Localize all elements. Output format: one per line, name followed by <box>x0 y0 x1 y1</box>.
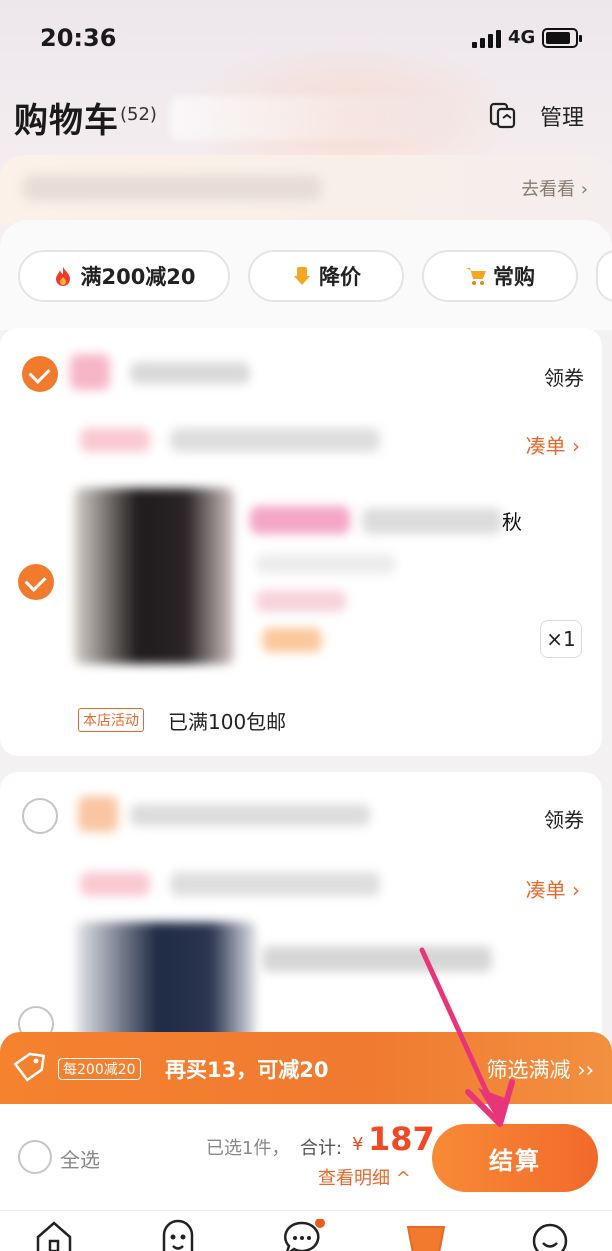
battery-icon <box>542 28 582 48</box>
chip-label: 满200减20 <box>80 265 196 289</box>
full-reduction-bar[interactable]: 每200减20 再买13，可减20 筛选满减 ›› <box>0 1032 612 1104</box>
checkout-bar: 全选 已选1件， 合计: ¥ 187 查看明细 ^ 结算 <box>0 1104 612 1210</box>
item-checkbox[interactable] <box>18 564 54 600</box>
chip-label: 降价 <box>319 265 361 289</box>
shipping-info: 已满100包邮 <box>168 710 287 734</box>
store-activity-tag: 本店活动 <box>78 708 144 732</box>
product-title <box>362 508 502 534</box>
cart-icon <box>465 265 487 287</box>
store-logo <box>78 796 118 832</box>
blurred-search <box>170 96 450 140</box>
promo-tag <box>80 428 150 452</box>
manage-button[interactable]: 管理 <box>540 100 584 132</box>
cart-icon[interactable] <box>406 1219 446 1251</box>
product-discount <box>256 590 346 612</box>
total-amount: 187 <box>368 1120 435 1158</box>
fire-icon <box>52 265 74 287</box>
network-type: 4G <box>508 27 536 48</box>
profile-icon[interactable] <box>530 1219 570 1251</box>
promo-text <box>170 428 380 452</box>
filter-chips: 满200减20 降价 常购 <box>0 220 612 330</box>
select-all-label[interactable]: 全选 <box>60 1144 100 1173</box>
store-name <box>130 804 370 826</box>
store-logo <box>70 354 110 390</box>
chip-discount[interactable]: 满200减20 <box>18 250 230 302</box>
tag-icon <box>12 1052 46 1082</box>
store-checkbox[interactable] <box>22 798 58 834</box>
view-details-link[interactable]: 查看明细 ^ <box>318 1164 411 1190</box>
filter-reduction-link[interactable]: 筛选满减 ›› <box>487 1054 594 1084</box>
store-name <box>130 362 250 384</box>
promo-tag <box>80 872 150 896</box>
promo-banner[interactable]: 去看看 › <box>0 155 612 225</box>
page-title: 购物车 <box>14 101 119 141</box>
product-sku <box>256 554 396 574</box>
coupon-link[interactable]: 领券 <box>544 804 584 833</box>
price-down-icon <box>291 265 313 287</box>
banner-go-link[interactable]: 去看看 › <box>521 175 588 201</box>
cart-count: (52) <box>120 104 157 125</box>
cart-store-card: 领券 凑单 › 秋 ×1 本店活动 已满100包邮 <box>0 328 602 756</box>
total-label: 合计: <box>300 1138 343 1159</box>
cart-store-card: 领券 凑单 › <box>0 772 602 1072</box>
currency-symbol: ¥ <box>352 1134 364 1155</box>
selected-count: 已选1件， <box>206 1138 290 1159</box>
product-image[interactable] <box>74 488 234 664</box>
discover-icon[interactable] <box>158 1219 198 1251</box>
checkout-button[interactable]: 结算 <box>432 1124 598 1192</box>
blurred-banner-text <box>22 175 322 201</box>
bottom-tab-bar <box>0 1210 612 1251</box>
chip-price-drop[interactable]: 降价 <box>248 250 404 302</box>
signal-icon <box>472 30 502 48</box>
promo-text <box>170 872 380 896</box>
message-icon[interactable] <box>282 1218 325 1251</box>
select-all-checkbox[interactable] <box>18 1140 52 1174</box>
coupon-link[interactable]: 领券 <box>544 362 584 391</box>
chip-label: 常购 <box>493 265 535 289</box>
product-title-tail: 秋 <box>502 510 522 534</box>
status-time: 20:36 <box>40 24 117 52</box>
add-on-link[interactable]: 凑单 › <box>526 430 580 459</box>
product-price <box>262 628 322 652</box>
product-title <box>262 946 492 972</box>
promo-message: 再买13，可减20 <box>165 1058 329 1082</box>
product-tag <box>250 506 350 534</box>
add-on-link[interactable]: 凑单 › <box>526 874 580 903</box>
status-bar: 20:36 4G <box>0 0 612 78</box>
chip-frequent[interactable]: 常购 <box>422 250 578 302</box>
promo-badge: 每200减20 <box>58 1058 141 1080</box>
copy-share-icon[interactable] <box>488 100 518 130</box>
store-checkbox[interactable] <box>22 356 58 392</box>
home-icon[interactable] <box>34 1219 74 1251</box>
chip-more[interactable] <box>596 250 612 302</box>
quantity-stepper[interactable]: ×1 <box>540 620 582 658</box>
